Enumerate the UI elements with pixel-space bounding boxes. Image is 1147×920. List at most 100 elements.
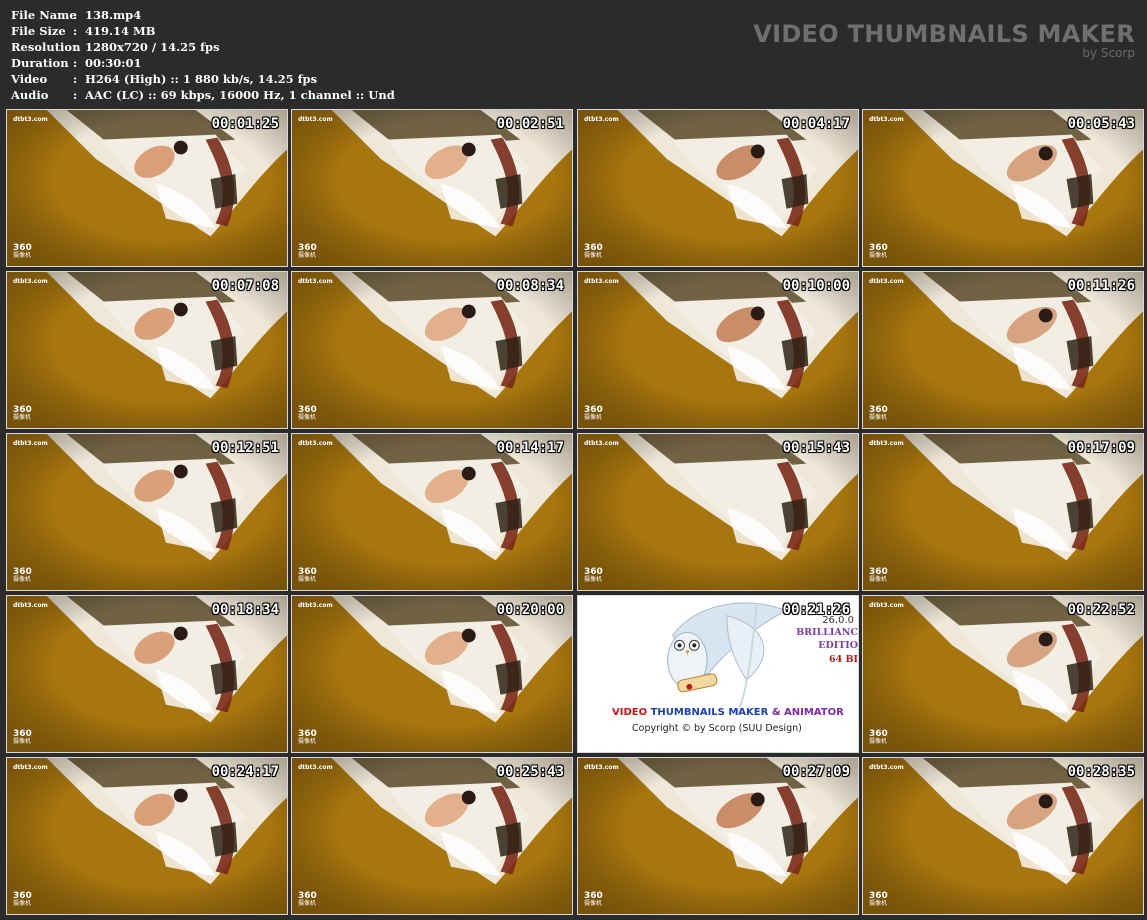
brand-logo: VIDEO THUMBNAILS MAKER by Scorp (753, 20, 1135, 59)
camera-logo-subtext: 摄像机 (13, 252, 32, 259)
thumbnail-timestamp: 00:11:26 (1067, 278, 1135, 294)
thumbnail-timestamp: 00:12:51 (211, 440, 279, 456)
meta-value: 1280x720 / 14.25 fps (85, 40, 220, 54)
camera-logo-watermark: 360 摄像机 (298, 568, 317, 584)
thumbnail-timestamp: 00:18:34 (211, 602, 279, 618)
camera-logo-subtext: 摄像机 (869, 738, 888, 745)
video-thumbnail: dtbt3.com 360 摄像机 00:15:43 (577, 433, 859, 591)
camera-logo-subtext: 摄像机 (13, 900, 32, 907)
thumbnail-timestamp: 00:20:00 (496, 602, 564, 618)
video-thumbnail: dtbt3.com 360 摄像机 00:22:52 (862, 595, 1144, 753)
site-watermark: dtbt3.com (298, 440, 333, 447)
video-thumbnail: dtbt3.com 360 摄像机 00:28:35 (862, 757, 1144, 915)
camera-logo-subtext: 摄像机 (298, 252, 317, 259)
site-watermark: dtbt3.com (13, 602, 48, 609)
thumbnail-timestamp: 00:21:26 (782, 602, 850, 618)
promo-edition-line2: EDITIO (818, 640, 858, 651)
meta-row-audio: Audio : AAC (LC) :: 69 kbps, 16000 Hz, 1… (11, 87, 395, 103)
video-frame-image (578, 110, 858, 266)
site-watermark: dtbt3.com (298, 116, 333, 123)
video-thumbnail: dtbt3.com 360 摄像机 00:07:08 (6, 271, 288, 429)
camera-logo-watermark: 360 摄像机 (298, 244, 317, 260)
video-thumbnail: dtbt3.com 360 摄像机 00:11:26 (862, 271, 1144, 429)
site-watermark: dtbt3.com (869, 440, 904, 447)
meta-value: 00:30:01 (85, 56, 142, 70)
camera-logo-subtext: 摄像机 (13, 576, 32, 583)
camera-logo-subtext: 摄像机 (869, 576, 888, 583)
site-watermark: dtbt3.com (584, 116, 619, 123)
camera-logo-watermark: 360 摄像机 (584, 568, 603, 584)
site-watermark: dtbt3.com (869, 116, 904, 123)
thumbnail-timestamp: 00:17:09 (1067, 440, 1135, 456)
camera-logo-watermark: 360 摄像机 (869, 244, 888, 260)
video-frame-image (578, 434, 858, 590)
camera-logo-subtext: 摄像机 (298, 900, 317, 907)
video-thumbnail: dtbt3.com 360 摄像机 00:27:09 (577, 757, 859, 915)
camera-logo-watermark: 360 摄像机 (13, 568, 32, 584)
meta-separator: : (73, 8, 78, 22)
video-thumbnail: dtbt3.com 360 摄像机 00:24:17 (6, 757, 288, 915)
meta-value: AAC (LC) :: 69 kbps, 16000 Hz, 1 channel… (85, 88, 395, 102)
meta-value: 419.14 MB (85, 24, 156, 38)
site-watermark: dtbt3.com (298, 764, 333, 771)
promo-copyright: Copyright © by Scorp (SUU Design) (632, 723, 802, 734)
site-watermark: dtbt3.com (13, 764, 48, 771)
meta-key: Video (11, 72, 48, 86)
meta-row-resolution: Resolution : 1280x720 / 14.25 fps (11, 39, 395, 55)
site-watermark: dtbt3.com (584, 440, 619, 447)
video-thumbnail: dtbt3.com 360 摄像机 00:02:51 (291, 109, 573, 267)
video-frame-image (7, 596, 287, 752)
camera-logo-watermark: 360 摄像机 (869, 406, 888, 422)
thumbnail-timestamp: 00:15:43 (782, 440, 850, 456)
thumbnail-timestamp: 00:01:25 (211, 116, 279, 132)
camera-logo-watermark: 360 摄像机 (298, 730, 317, 746)
video-thumbnail: dtbt3.com 360 摄像机 00:18:34 (6, 595, 288, 753)
site-watermark: dtbt3.com (869, 764, 904, 771)
camera-logo-subtext: 摄像机 (869, 414, 888, 421)
camera-logo-subtext: 摄像机 (584, 252, 603, 259)
video-frame-image (292, 596, 572, 752)
video-frame-image (578, 272, 858, 428)
brand-title: VIDEO THUMBNAILS MAKER (753, 20, 1135, 48)
meta-separator: : (73, 72, 78, 86)
camera-logo-watermark: 360 摄像机 (584, 244, 603, 260)
meta-separator: : (73, 88, 78, 102)
camera-logo-watermark: 360 摄像机 (869, 730, 888, 746)
thumbnail-timestamp: 00:27:09 (782, 764, 850, 780)
video-frame-image (292, 434, 572, 590)
promo-product-name-part2: THUMBNAILS MAKER (650, 707, 772, 718)
video-thumbnail: dtbt3.com 360 摄像机 00:25:43 (291, 757, 573, 915)
video-frame-image (863, 110, 1143, 266)
brand-subtitle: by Scorp (1082, 46, 1135, 60)
video-thumbnail: dtbt3.com 360 摄像机 00:01:25 (6, 109, 288, 267)
site-watermark: dtbt3.com (298, 602, 333, 609)
camera-logo-subtext: 摄像机 (298, 576, 317, 583)
video-thumbnail: dtbt3.com 360 摄像机 00:14:17 (291, 433, 573, 591)
camera-logo-watermark: 360 摄像机 (298, 892, 317, 908)
site-watermark: dtbt3.com (13, 278, 48, 285)
video-frame-image (863, 596, 1143, 752)
camera-logo-watermark: 360 摄像机 (13, 244, 32, 260)
site-watermark: dtbt3.com (584, 764, 619, 771)
meta-separator: : (73, 24, 78, 38)
site-watermark: dtbt3.com (869, 602, 904, 609)
meta-key: Duration (11, 56, 69, 70)
promo-product-name-part1: VIDEO (612, 707, 651, 718)
meta-row-file-size: File Size : 419.14 MB (11, 23, 395, 39)
camera-logo-watermark: 360 摄像机 (584, 892, 603, 908)
thumbnail-timestamp: 00:14:17 (496, 440, 564, 456)
video-frame-image (7, 758, 287, 914)
thumbnail-timestamp: 00:08:34 (496, 278, 564, 294)
video-frame-image (863, 272, 1143, 428)
camera-logo-subtext: 摄像机 (584, 414, 603, 421)
video-frame-image (578, 758, 858, 914)
camera-logo-subtext: 摄像机 (13, 738, 32, 745)
camera-logo-watermark: 360 摄像机 (13, 730, 32, 746)
camera-logo-watermark: 360 摄像机 (298, 406, 317, 422)
camera-logo-subtext: 摄像机 (869, 252, 888, 259)
promo-product-name-part3: & ANIMATOR (771, 707, 844, 718)
meta-key: File Size (11, 24, 66, 38)
meta-row-video: Video : H264 (High) :: 1 880 kb/s, 14.25… (11, 71, 395, 87)
promo-product-name: VIDEO THUMBNAILS MAKER & ANIMATOR (612, 707, 844, 718)
meta-separator: : (73, 56, 78, 70)
